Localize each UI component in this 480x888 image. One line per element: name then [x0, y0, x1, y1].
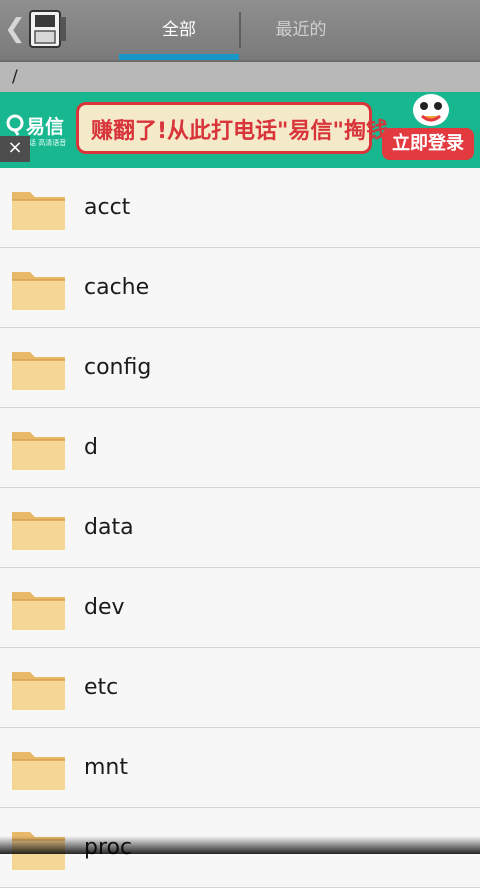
file-name: data: [84, 515, 134, 540]
path-bar[interactable]: /: [0, 60, 480, 92]
folder-icon: [12, 432, 65, 470]
app-logo-icon[interactable]: [26, 7, 70, 51]
folder-icon: [12, 512, 65, 550]
file-name: dev: [84, 595, 125, 620]
ad-slogan-banner: 赚翻了!从此打电话"易信"掏钱: [76, 102, 388, 154]
folder-icon: [12, 752, 65, 790]
ad-brand-icon: [6, 114, 24, 136]
top-bar: ❮ 全部 最近的: [0, 0, 480, 60]
list-item[interactable]: config: [0, 328, 480, 408]
tab-all[interactable]: 全部: [119, 0, 239, 60]
list-item[interactable]: etc: [0, 648, 480, 728]
folder-icon: [12, 192, 65, 230]
folder-icon: [12, 352, 65, 390]
folder-icon: [12, 592, 65, 630]
ad-mascot-icon: [413, 94, 449, 126]
ad-banner[interactable]: 易信 免费电话 高清语音 赚翻了!从此打电话"易信"掏钱 立即登录 ×: [0, 92, 480, 168]
list-item[interactable]: data: [0, 488, 480, 568]
file-name: acct: [84, 195, 131, 220]
list-item[interactable]: acct: [0, 168, 480, 248]
file-name: config: [84, 355, 152, 380]
folder-icon: [12, 672, 65, 710]
ad-slogan: 赚翻了!从此打电话"易信"掏钱: [91, 119, 388, 144]
ad-close-button[interactable]: ×: [0, 136, 30, 162]
folder-icon: [12, 272, 65, 310]
tab-recent[interactable]: 最近的: [241, 0, 361, 60]
file-name: mnt: [84, 755, 128, 780]
file-name: etc: [84, 675, 119, 700]
bottom-shadow: [0, 836, 480, 854]
file-name: cache: [84, 275, 150, 300]
list-item[interactable]: d: [0, 408, 480, 488]
list-item[interactable]: cache: [0, 248, 480, 328]
ad-login-button[interactable]: 立即登录: [382, 128, 474, 160]
back-icon[interactable]: ❮: [4, 14, 26, 44]
list-item[interactable]: mnt: [0, 728, 480, 808]
current-path: /: [12, 67, 18, 87]
file-list: acct cache config d data dev etc mnt pro…: [0, 168, 480, 888]
file-name: d: [84, 435, 98, 460]
ad-brand-name: 易信: [26, 116, 65, 138]
list-item[interactable]: dev: [0, 568, 480, 648]
